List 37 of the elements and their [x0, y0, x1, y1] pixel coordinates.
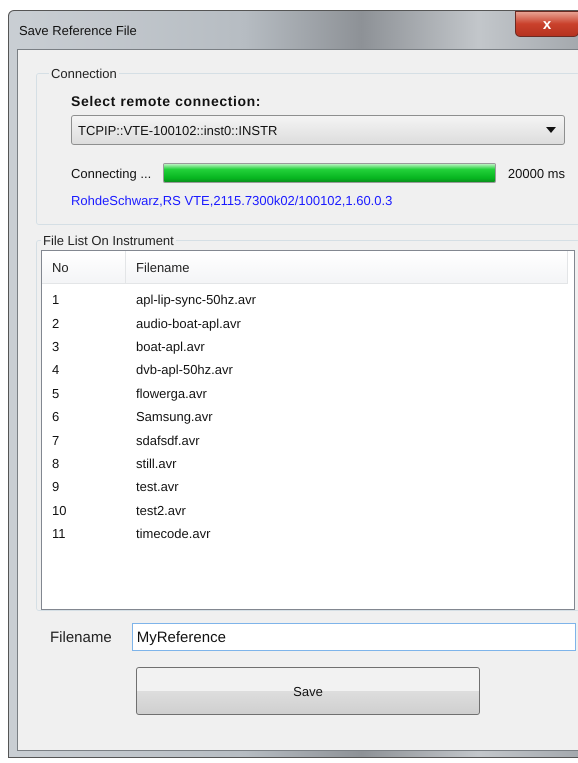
timeout-text: 20000 ms: [508, 166, 565, 180]
table-cell-text: 11: [51, 526, 66, 542]
table-cell-text: apl-lip-sync-50hz.avr: [135, 292, 257, 308]
table-cell-text: 7: [51, 432, 60, 448]
group-legend: Connection: [49, 66, 119, 81]
table-cell-text: timecode.avr: [135, 526, 212, 542]
table-cell-text: 5: [51, 386, 60, 401]
window-title: Save Reference File: [18, 22, 137, 38]
filename-label: Filename: [50, 628, 112, 646]
table-cell-text: flowerga.avr: [135, 386, 208, 401]
table-cell-text: audio-boat-apl.avr: [135, 316, 242, 331]
table-cell-text: sdafsdf.avr: [135, 432, 201, 448]
save-button[interactable]: Save: [136, 667, 480, 715]
table-cell-text: 10: [51, 502, 68, 518]
table-cell-text: 9: [51, 479, 60, 494]
column-header[interactable]: No: [42, 251, 126, 283]
table-cell-text: 6: [51, 409, 60, 424]
status-text: Connecting ...: [71, 166, 152, 180]
table-cell-text: dvb-apl-50hz.avr: [135, 362, 234, 378]
filename-field[interactable]: MyReference: [132, 623, 576, 651]
table-cell-text: 1: [51, 292, 60, 308]
table-cell-text: 4: [51, 362, 60, 378]
table-cell-text: 8: [51, 456, 60, 471]
table-cell-text: Samsung.avr: [135, 409, 214, 424]
table-cell-text: 3: [51, 338, 60, 354]
dropdown-arrow-icon: [546, 127, 556, 133]
device-id-text: RohdeSchwarz,RS VTE,2115.7300k02/100102,1.60.0.3: [71, 193, 394, 208]
connection-label: Select remote connection:: [70, 92, 262, 111]
table-cell-text: 2: [51, 316, 60, 331]
column-header[interactable]: Filename: [126, 251, 568, 283]
table-cell-text: test.avr: [135, 479, 180, 494]
table-cell-text: test2.avr: [135, 502, 187, 518]
group-legend: File List On Instrument: [41, 233, 176, 248]
close-button[interactable]: x: [515, 11, 578, 37]
table-cell-text: still.avr: [135, 456, 178, 471]
connection-dropdown[interactable]: TCPIP::VTE-100102::inst0::INSTR: [71, 115, 565, 145]
table-cell-text: boat-apl.avr: [135, 338, 206, 354]
